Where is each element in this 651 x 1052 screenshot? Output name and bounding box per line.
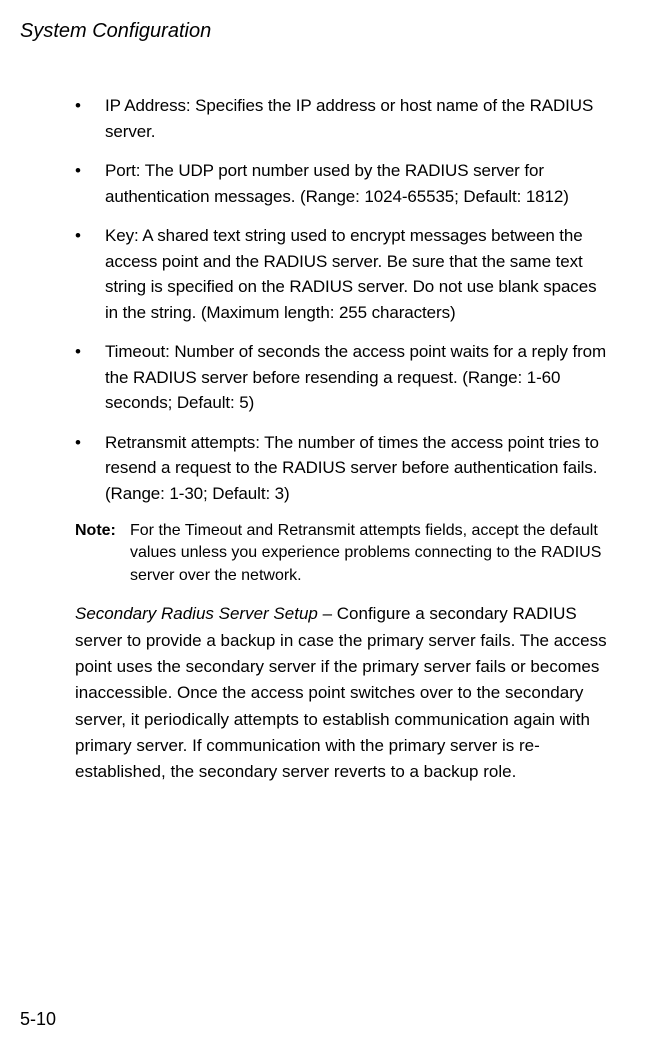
secondary-label: Secondary Radius Server Setup bbox=[75, 604, 318, 623]
bullet-text: Timeout: Number of seconds the access po… bbox=[105, 339, 611, 416]
page-number: 5-10 bbox=[20, 1009, 56, 1030]
bullet-icon: • bbox=[75, 339, 105, 416]
list-item: • Timeout: Number of seconds the access … bbox=[75, 339, 611, 416]
bullet-list: • IP Address: Specifies the IP address o… bbox=[75, 93, 611, 506]
note-block: Note: For the Timeout and Retransmit att… bbox=[75, 520, 611, 587]
list-item: • Retransmit attempts: The number of tim… bbox=[75, 430, 611, 507]
note-text: For the Timeout and Retransmit attempts … bbox=[130, 520, 611, 587]
bullet-icon: • bbox=[75, 158, 105, 209]
secondary-paragraph: Secondary Radius Server Setup – Configur… bbox=[75, 601, 611, 785]
page-header: System Configuration bbox=[20, 20, 611, 43]
secondary-text: – Configure a secondary RADIUS server to… bbox=[75, 604, 607, 781]
bullet-text: Port: The UDP port number used by the RA… bbox=[105, 158, 611, 209]
bullet-text: IP Address: Specifies the IP address or … bbox=[105, 93, 611, 144]
bullet-icon: • bbox=[75, 430, 105, 507]
note-label: Note: bbox=[75, 520, 130, 587]
bullet-text: Key: A shared text string used to encryp… bbox=[105, 223, 611, 325]
content-area: • IP Address: Specifies the IP address o… bbox=[75, 93, 611, 786]
bullet-text: Retransmit attempts: The number of times… bbox=[105, 430, 611, 507]
bullet-icon: • bbox=[75, 93, 105, 144]
list-item: • Key: A shared text string used to encr… bbox=[75, 223, 611, 325]
list-item: • IP Address: Specifies the IP address o… bbox=[75, 93, 611, 144]
list-item: • Port: The UDP port number used by the … bbox=[75, 158, 611, 209]
page-title: System Configuration bbox=[20, 20, 211, 42]
bullet-icon: • bbox=[75, 223, 105, 325]
